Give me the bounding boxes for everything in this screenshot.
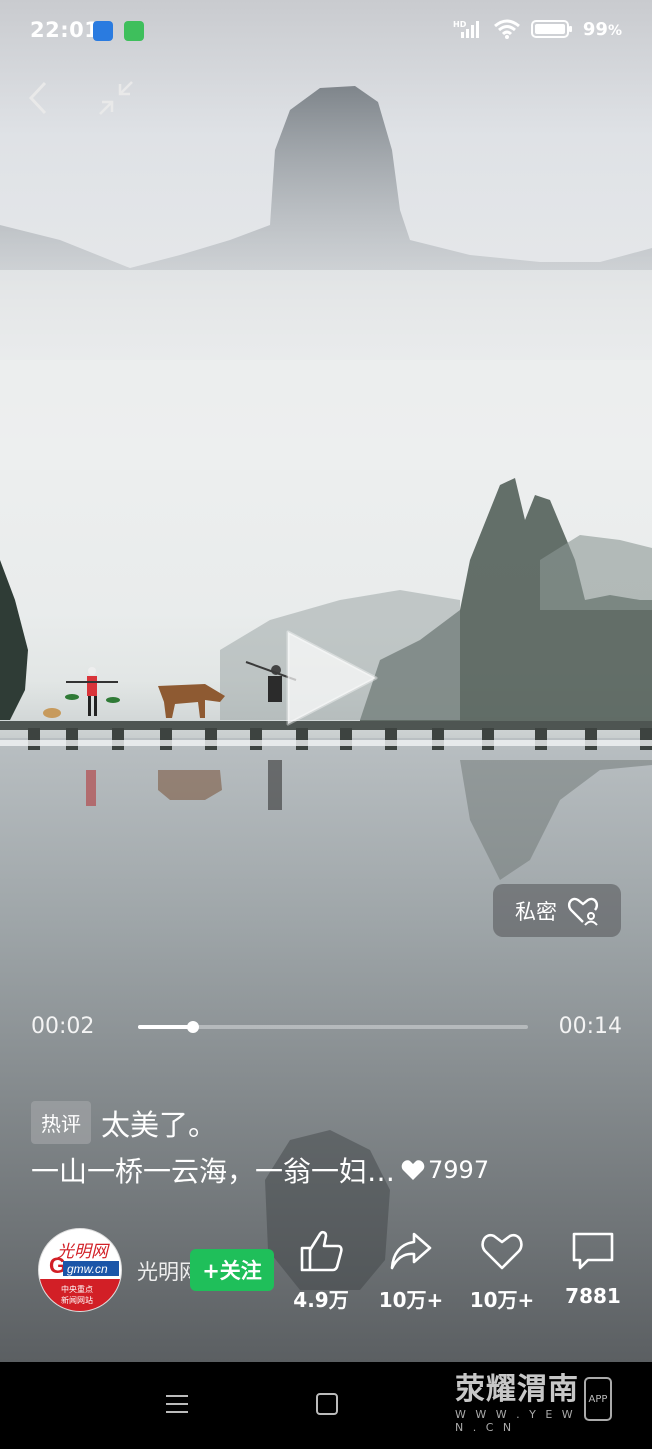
like-count: 4.9万 — [293, 1288, 349, 1312]
hot-comment-tag: 热评 — [31, 1101, 91, 1144]
collapse-arrows-icon — [99, 81, 133, 115]
menu-icon[interactable] — [164, 1392, 190, 1416]
heart-user-icon — [567, 897, 599, 926]
share-button[interactable]: 10万+ — [371, 1228, 451, 1313]
svg-text:gmw.cn: gmw.cn — [67, 1262, 108, 1276]
battery-percent: 99% — [582, 18, 622, 40]
exit-fullscreen-button[interactable] — [94, 76, 138, 120]
status-indicators: HD 99% — [453, 18, 622, 40]
signal-icon: HD — [453, 20, 479, 38]
current-time: 00:02 — [31, 1014, 95, 1039]
private-label: 私密 — [515, 899, 557, 924]
private-button[interactable]: 私密 — [493, 884, 621, 937]
favorite-button[interactable]: 10万+ — [462, 1228, 542, 1313]
follow-button[interactable]: +关注 — [190, 1249, 274, 1291]
bottom-action-bar: 光明网 G gmw.cn 中央重点 新闻网站 光明网 +关注 4.9万 10万+ — [0, 1222, 652, 1322]
status-time: 22:01 — [30, 18, 100, 42]
like-button[interactable]: 4.9万 — [281, 1228, 361, 1313]
news-app-icon — [93, 21, 113, 41]
svg-text:中央重点: 中央重点 — [61, 1284, 93, 1294]
chevron-left-icon — [28, 81, 47, 115]
home-button[interactable] — [316, 1393, 338, 1415]
progress-knob[interactable] — [186, 1021, 199, 1033]
caption-likes: 7997 — [428, 1156, 490, 1184]
system-nav-bar: 荥耀渭南 W W W . Y E W N . C N APP — [0, 1362, 652, 1449]
author-avatar[interactable]: 光明网 G gmw.cn 中央重点 新闻网站 — [38, 1228, 122, 1312]
total-time: 00:14 — [558, 1014, 622, 1039]
battery-icon — [530, 20, 572, 38]
wifi-icon — [493, 19, 520, 39]
author-name[interactable]: 光明网 — [137, 1256, 197, 1286]
watermark-url: W W W . Y E W N . C N — [455, 1408, 576, 1434]
play-button[interactable] — [278, 628, 382, 732]
video-caption: 一山一桥一云海，一翁一妇… — [31, 1155, 396, 1188]
video-progress: 00:02 00:14 — [0, 1008, 652, 1048]
favorite-count: 10万+ — [469, 1288, 535, 1312]
store-app-icon — [124, 21, 144, 41]
comment-bubble-icon — [572, 1232, 614, 1270]
share-count: 10万+ — [378, 1288, 444, 1312]
share-arrow-icon — [390, 1232, 432, 1270]
gmw-logo: 光明网 G gmw.cn 中央重点 新闻网站 — [39, 1242, 121, 1311]
back-button[interactable] — [16, 76, 60, 120]
video-caption-row[interactable]: 一山一桥一云海，一翁一妇… 7997 — [31, 1150, 631, 1190]
play-icon — [286, 630, 378, 726]
progress-fill — [138, 1025, 193, 1029]
heart-icon — [401, 1160, 425, 1180]
video-player[interactable]: 22:01 HD 99% 私密 00:02 00:14 热评 太美了。 一山一桥… — [0, 0, 652, 1362]
watermark-title: 荥耀渭南 — [455, 1372, 579, 1407]
thumbs-up-icon — [300, 1230, 343, 1272]
status-bar: 22:01 HD 99% — [0, 0, 652, 62]
watermark: 荥耀渭南 W W W . Y E W N . C N — [455, 1372, 580, 1435]
comment-count: 7881 — [565, 1284, 621, 1308]
hot-comment[interactable]: 热评 太美了。 — [31, 1101, 217, 1144]
svg-text:新闻网站: 新闻网站 — [61, 1295, 93, 1305]
heart-outline-icon — [481, 1233, 523, 1270]
watermark-app-icon: APP — [584, 1377, 612, 1421]
comment-button[interactable]: 7881 — [553, 1228, 633, 1308]
caption-like-count: 7997 — [401, 1156, 489, 1184]
progress-track[interactable] — [138, 1021, 528, 1033]
network-label: HD — [453, 20, 467, 29]
hot-comment-text: 太美了。 — [101, 1107, 218, 1142]
